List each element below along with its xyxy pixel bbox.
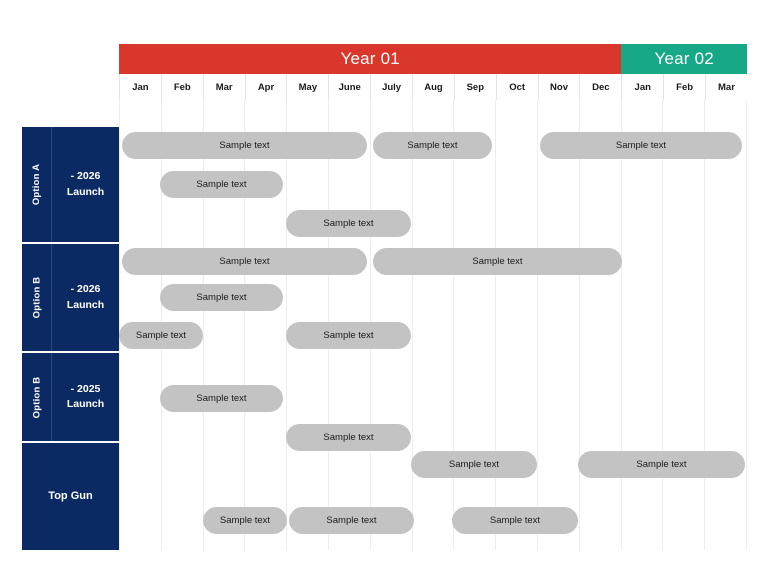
task-bar-label: Sample text: [323, 218, 374, 229]
row-label-1[interactable]: Option A - 2026 Launch: [22, 127, 119, 242]
month-header-4: Apr: [244, 74, 287, 100]
task-bar[interactable]: Sample text: [119, 322, 203, 349]
grid-column-10: [495, 100, 537, 550]
row-option-label-text-1: Option A: [31, 163, 43, 206]
task-bar[interactable]: Sample text: [160, 385, 283, 412]
row-launch-label-3: - 2025 Launch: [52, 353, 119, 441]
month-header-11: Nov: [537, 74, 580, 100]
month-header-12: Dec: [579, 74, 621, 100]
task-bar-label: Sample text: [219, 515, 271, 526]
month-header-9: Sep: [453, 74, 496, 100]
month-header-band: Jan Feb Mar Apr May June July Aug Sep Oct Nov Dec Ja…: [119, 74, 747, 100]
task-bar[interactable]: Sample text: [122, 248, 367, 275]
grid-column-13: [620, 100, 663, 550]
row-option-label-1: Option A: [22, 127, 52, 242]
month-header-8: Aug: [412, 74, 454, 100]
row-launch-label-text-4: Top Gun: [48, 489, 92, 505]
month-header-1: Jan: [119, 74, 161, 100]
task-bar-label: Sample text: [135, 330, 187, 341]
row-launch-label-line1-3: - 2025: [70, 382, 101, 395]
row-label-2[interactable]: Option B - 2026 Launch: [22, 244, 119, 351]
row-launch-label-text-3: - 2025 Launch: [67, 382, 104, 412]
row-launch-label-line2-1: Launch: [66, 185, 105, 198]
row-launch-label-line1-4: Top Gun: [48, 489, 93, 502]
year-header-1: Year 01: [119, 44, 622, 74]
task-bar-label: Sample text: [219, 256, 270, 267]
grid-column-12: [578, 100, 621, 550]
month-header-6: June: [328, 74, 370, 100]
month-header-14: Feb: [663, 74, 705, 100]
task-bar-label: Sample text: [326, 515, 377, 526]
gantt-chart: Year 01 Year 02 Jan Feb Mar Apr May June July Au…: [0, 0, 768, 576]
grid-column-9: [453, 100, 495, 550]
task-bar[interactable]: Sample text: [286, 210, 411, 237]
row-launch-label-line2-2: Launch: [66, 298, 105, 311]
row-option-label-3: Option B: [22, 353, 52, 441]
task-bar-label: Sample text: [448, 459, 500, 470]
task-bar[interactable]: Sample text: [286, 424, 411, 451]
row-launch-label-1: - 2026 Launch: [52, 127, 119, 242]
row-option-label-text-3: Option B: [31, 376, 43, 418]
task-bar-label: Sample text: [407, 140, 458, 151]
grid-column-14: [662, 100, 704, 550]
task-bar-label: Sample text: [636, 459, 687, 470]
row-launch-label-line1-2: - 2026: [70, 283, 101, 296]
task-bar[interactable]: Sample text: [286, 322, 411, 349]
grid-column-11: [536, 100, 579, 550]
row-launch-label-line2-3: Launch: [66, 398, 105, 410]
task-bar-label: Sample text: [489, 515, 541, 526]
month-header-7: July: [370, 74, 412, 100]
task-bar[interactable]: Sample text: [578, 451, 745, 478]
task-bar[interactable]: Sample text: [160, 284, 283, 311]
task-bar[interactable]: Sample text: [411, 451, 537, 478]
task-bar[interactable]: Sample text: [160, 171, 283, 198]
month-header-5: May: [286, 74, 328, 100]
task-bar-label: Sample text: [196, 179, 247, 190]
month-header-3: Mar: [202, 74, 245, 100]
year-header-band: Year 01 Year 02: [119, 44, 747, 74]
row-launch-label-4: Top Gun: [22, 443, 119, 550]
task-bar-label: Sample text: [615, 140, 667, 151]
row-launch-label-text-2: - 2026 Launch: [67, 282, 104, 312]
timeline-grid: [119, 100, 747, 550]
year-header-2: Year 02: [621, 44, 747, 74]
task-bar[interactable]: Sample text: [289, 507, 414, 534]
row-option-label-2: Option B: [22, 244, 52, 351]
task-bar[interactable]: Sample text: [452, 507, 578, 534]
month-header-13: Jan: [621, 74, 663, 100]
row-launch-label-line1-1: - 2026: [70, 170, 101, 183]
task-bar[interactable]: Sample text: [122, 132, 367, 159]
task-bar[interactable]: Sample text: [373, 248, 622, 275]
task-bar[interactable]: Sample text: [203, 507, 287, 534]
grid-column-15: [704, 100, 747, 550]
month-header-15: Mar: [705, 74, 747, 100]
task-bar-label: Sample text: [219, 140, 270, 151]
grid-column-4: [244, 100, 286, 550]
row-label-3[interactable]: Option B - 2025 Launch: [22, 353, 119, 441]
grid-column-3: [202, 100, 245, 550]
task-bar-label: Sample text: [196, 292, 247, 303]
month-header-10: Oct: [495, 74, 538, 100]
task-bar-label: Sample text: [472, 256, 523, 267]
row-launch-label-text-1: - 2026 Launch: [67, 169, 104, 199]
grid-column-8: [411, 100, 454, 550]
task-bar-label: Sample text: [196, 393, 247, 404]
row-label-4[interactable]: Top Gun: [22, 443, 119, 550]
task-bar[interactable]: Sample text: [540, 132, 742, 159]
month-header-2: Feb: [160, 74, 203, 100]
task-bar-label: Sample text: [323, 330, 374, 341]
row-option-label-text-2: Option B: [31, 276, 43, 319]
row-launch-label-2: - 2026 Launch: [52, 244, 119, 351]
task-bar[interactable]: Sample text: [373, 132, 492, 159]
task-bar-label: Sample text: [323, 432, 374, 443]
